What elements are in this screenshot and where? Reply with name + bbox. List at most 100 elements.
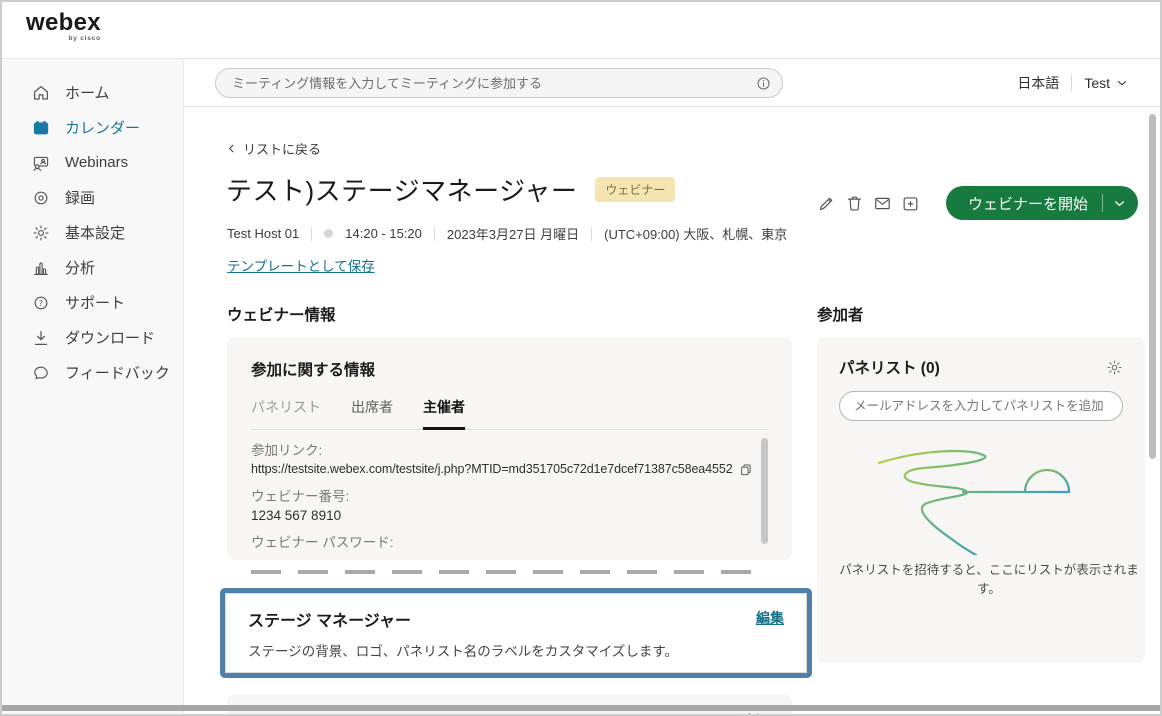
join-information-card: 参加に関する情報 パネリスト 出席者 主催者 参加リンク: https://te… bbox=[227, 337, 792, 560]
feedback-icon bbox=[32, 364, 50, 382]
sidebar-item-downloads[interactable]: ダウンロード bbox=[2, 320, 183, 355]
stage-manager-description: ステージの背景、ロゴ、パネリスト名のラベルをカスタマイズします。 bbox=[248, 640, 784, 660]
sidebar-item-label: フィードバック bbox=[65, 362, 170, 383]
start-webinar-dropdown[interactable] bbox=[1102, 194, 1138, 212]
tab-panelist[interactable]: パネリスト bbox=[251, 397, 321, 429]
join-link-label: 参加リンク: bbox=[251, 442, 746, 460]
sidebar-item-support[interactable]: ? サポート bbox=[2, 285, 183, 320]
horizontal-scrollbar[interactable] bbox=[2, 705, 1160, 711]
sidebar-item-recordings[interactable]: 録画 bbox=[2, 180, 183, 215]
participants-section-title: 参加者 bbox=[817, 303, 864, 325]
chevron-down-icon bbox=[1116, 77, 1128, 89]
delete-icon[interactable] bbox=[842, 190, 868, 216]
main-header: 日本語 Test bbox=[184, 59, 1160, 107]
webinar-actions: ウェビナーを開始 bbox=[814, 186, 1138, 220]
user-menu[interactable]: Test bbox=[1084, 75, 1128, 91]
webinar-number-label: ウェビナー番号: bbox=[251, 488, 746, 506]
svg-text:?: ? bbox=[39, 297, 43, 307]
sidebar: ホーム カレンダー Webinars 録画 基本設定 bbox=[2, 59, 184, 714]
breadcrumb-label: リストに戻る bbox=[243, 139, 321, 158]
stage-manager-title: ステージ マネージャー bbox=[248, 607, 784, 631]
save-as-template-link[interactable]: テンプレートとして保存 bbox=[227, 255, 375, 275]
empty-panelists-illustration bbox=[863, 441, 1099, 555]
sidebar-item-label: 録画 bbox=[65, 187, 95, 208]
webex-logo: webex by cisco bbox=[26, 10, 101, 42]
sidebar-item-feedback[interactable]: フィードバック bbox=[2, 355, 183, 390]
meta-divider bbox=[434, 227, 435, 241]
webinars-icon bbox=[32, 154, 50, 172]
add-panelist-input[interactable] bbox=[839, 391, 1123, 421]
sidebar-item-label: Webinars bbox=[65, 154, 128, 171]
email-icon[interactable] bbox=[870, 190, 896, 216]
sidebar-item-label: ホーム bbox=[65, 82, 110, 103]
tab-host[interactable]: 主催者 bbox=[423, 397, 465, 430]
vertical-scrollbar[interactable] bbox=[1149, 114, 1156, 459]
sidebar-item-label: サポート bbox=[65, 292, 125, 313]
language-selector[interactable]: 日本語 bbox=[1017, 73, 1059, 93]
tab-attendee[interactable]: 出席者 bbox=[351, 397, 393, 429]
join-link-url[interactable]: https://testsite.webex.com/testsite/j.ph… bbox=[251, 460, 733, 479]
user-name: Test bbox=[1084, 75, 1110, 91]
sidebar-item-label: カレンダー bbox=[65, 117, 140, 138]
sidebar-item-preferences[interactable]: 基本設定 bbox=[2, 215, 183, 250]
sidebar-item-calendar[interactable]: カレンダー bbox=[2, 110, 183, 145]
panelists-card: パネリスト (0) bbox=[817, 337, 1145, 663]
meta-divider bbox=[311, 227, 312, 241]
chevron-down-icon bbox=[1113, 197, 1126, 210]
webinar-number: 1234 567 8910 bbox=[251, 506, 746, 525]
calendar-icon bbox=[32, 119, 50, 137]
panelists-title: パネリスト (0) bbox=[839, 356, 940, 378]
search-input[interactable] bbox=[232, 76, 755, 91]
edit-icon[interactable] bbox=[814, 190, 840, 216]
webinar-password: 1234abCD567 (12345678 電話またはビデオシステムから参加の場… bbox=[251, 552, 746, 554]
sidebar-item-home[interactable]: ホーム bbox=[2, 75, 183, 110]
analytics-icon bbox=[32, 259, 50, 277]
recordings-icon bbox=[32, 189, 50, 207]
download-icon bbox=[32, 329, 50, 347]
sidebar-item-webinars[interactable]: Webinars bbox=[2, 145, 183, 180]
settings-icon bbox=[32, 224, 50, 242]
stage-manager-edit-link[interactable]: 編集 bbox=[756, 608, 784, 628]
chevron-left-icon bbox=[226, 143, 237, 154]
webex-byline: by cisco bbox=[26, 35, 101, 42]
dashed-divider bbox=[251, 570, 763, 574]
webinar-time: 14:20 - 15:20 bbox=[345, 226, 422, 241]
sidebar-item-label: 基本設定 bbox=[65, 222, 125, 243]
webinar-password-label: ウェビナー パスワード: bbox=[251, 534, 746, 552]
gear-icon[interactable] bbox=[1106, 359, 1123, 376]
account-area: 日本語 Test bbox=[1017, 59, 1128, 107]
stage-manager-card: ステージ マネージャー 編集 ステージの背景、ロゴ、パネリスト名のラベルをカスタ… bbox=[225, 593, 807, 673]
page-title: テスト)ステージマネージャー bbox=[226, 171, 577, 208]
copy-icon[interactable] bbox=[739, 463, 753, 477]
join-card-title: 参加に関する情報 bbox=[251, 358, 768, 380]
join-tabs: パネリスト 出席者 主催者 bbox=[251, 397, 768, 430]
sidebar-item-label: ダウンロード bbox=[65, 327, 155, 348]
support-icon: ? bbox=[32, 294, 50, 312]
webinar-badge: ウェビナー bbox=[595, 177, 675, 202]
webinar-info-section-title: ウェビナー情報 bbox=[227, 303, 336, 325]
sidebar-item-label: 分析 bbox=[65, 257, 95, 278]
join-details-scroll-area: 参加リンク: https://testsite.webex.com/testsi… bbox=[251, 436, 768, 554]
webinar-date: 2023年3月27日 月曜日 bbox=[447, 224, 579, 243]
webex-webinar-detail-page: webex by cisco ホーム カレンダー Webinars bbox=[0, 0, 1162, 716]
info-icon[interactable] bbox=[755, 75, 772, 92]
webex-wordmark: webex bbox=[26, 10, 101, 36]
add-to-calendar-icon[interactable] bbox=[898, 190, 924, 216]
webinar-meta: Test Host 01 14:20 - 15:20 2023年3月27日 月曜… bbox=[227, 224, 787, 243]
top-bar: webex by cisco bbox=[2, 2, 1160, 57]
home-icon bbox=[32, 84, 50, 102]
meta-divider bbox=[591, 227, 592, 241]
back-to-list-link[interactable]: リストに戻る bbox=[226, 139, 321, 158]
join-meeting-search[interactable] bbox=[215, 68, 783, 98]
start-webinar-button[interactable]: ウェビナーを開始 bbox=[946, 186, 1138, 220]
host-name: Test Host 01 bbox=[227, 226, 299, 241]
webinar-timezone: (UTC+09:00) 大阪、札幌、東京 bbox=[604, 224, 787, 243]
stage-manager-highlight: ステージ マネージャー 編集 ステージの背景、ロゴ、パネリスト名のラベルをカスタ… bbox=[220, 588, 812, 678]
card-scrollbar[interactable] bbox=[761, 438, 768, 544]
account-divider bbox=[1071, 75, 1072, 91]
title-row: テスト)ステージマネージャー ウェビナー bbox=[226, 171, 675, 208]
empty-panelists-text: パネリストを招待すると、ここにリストが表示されます。 bbox=[839, 561, 1139, 600]
content-area: リストに戻る テスト)ステージマネージャー ウェビナー ウェビナーを開始 bbox=[184, 108, 1160, 714]
sidebar-item-analytics[interactable]: 分析 bbox=[2, 250, 183, 285]
start-webinar-label: ウェビナーを開始 bbox=[946, 193, 1102, 214]
